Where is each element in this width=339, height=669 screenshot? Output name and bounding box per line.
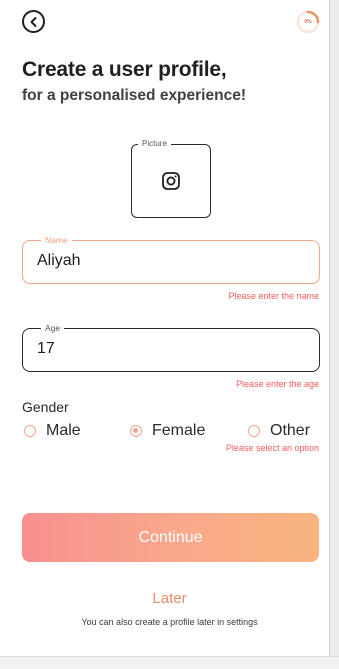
picture-upload[interactable]: Picture xyxy=(131,137,211,218)
gender-option-label: Other xyxy=(270,422,311,439)
later-link-container: Later xyxy=(0,590,339,607)
name-error-message: Please enter the name xyxy=(228,291,319,301)
radio-female[interactable] xyxy=(130,425,142,437)
page-title: Create a user profile, xyxy=(22,58,227,81)
gender-option-other[interactable]: Other xyxy=(248,422,310,440)
back-button[interactable] xyxy=(22,10,45,33)
name-input[interactable] xyxy=(37,252,297,270)
gender-error-message: Please select an option xyxy=(225,443,319,453)
progress-percent: 0% xyxy=(304,19,312,25)
gender-option-label: Female xyxy=(152,422,206,439)
name-field[interactable]: Name xyxy=(22,233,320,284)
picture-label: Picture xyxy=(138,137,171,151)
window-frame-bottom xyxy=(0,656,339,669)
name-label: Name xyxy=(41,233,72,247)
continue-button[interactable]: Continue xyxy=(22,513,319,562)
radio-other[interactable] xyxy=(248,425,260,437)
progress-indicator: 0% xyxy=(296,10,320,34)
age-input[interactable] xyxy=(37,340,297,358)
gender-label: Gender xyxy=(22,399,69,415)
age-label: Age xyxy=(41,321,65,335)
radio-male[interactable] xyxy=(24,425,36,437)
chevron-left-icon xyxy=(30,16,36,27)
age-error-message: Please enter the age xyxy=(235,379,319,389)
instagram-camera-icon xyxy=(162,172,180,190)
later-hint-text: You can also create a profile later in s… xyxy=(81,617,258,627)
later-link[interactable]: Later xyxy=(152,590,186,607)
age-field[interactable]: Age xyxy=(22,321,320,372)
page-subtitle: for a personalised experience! xyxy=(22,87,246,104)
window-frame-right xyxy=(329,0,339,669)
gender-option-female[interactable]: Female xyxy=(130,422,205,440)
gender-option-label: Male xyxy=(46,422,81,439)
gender-option-male[interactable]: Male xyxy=(24,422,81,440)
